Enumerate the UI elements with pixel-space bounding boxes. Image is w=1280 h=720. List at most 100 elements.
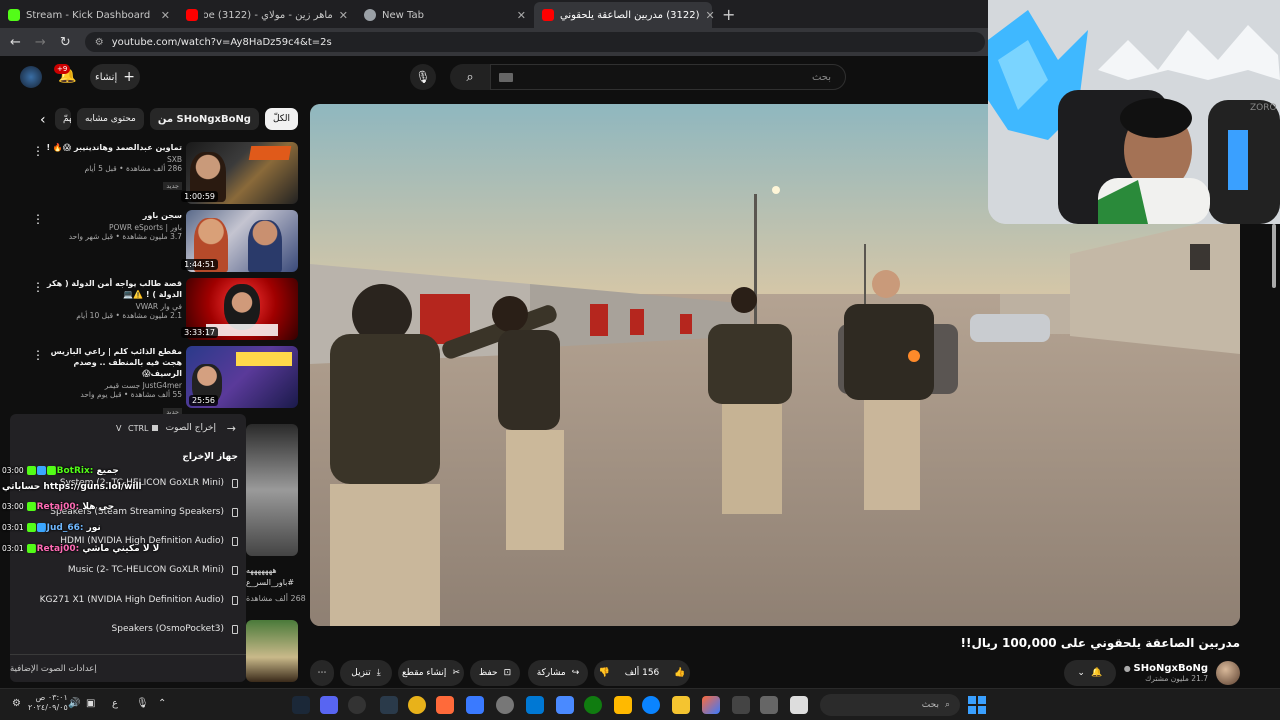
download-button[interactable]: تنزيل ⤓ xyxy=(340,660,392,686)
chip-all[interactable]: الكلّ xyxy=(264,108,298,130)
list-item[interactable]: 1:44:51 سجن باور باور | POWR eSports 3.7… xyxy=(30,210,298,274)
channel-name[interactable]: في وار VWAR xyxy=(44,302,182,311)
app-icon[interactable] xyxy=(732,696,750,714)
video-title[interactable]: تماوين عبدالصمد وهاندينيبر 😱🔥 ! xyxy=(44,142,182,153)
channel-name-main[interactable]: ● SHoNgxBoNg xyxy=(1124,663,1208,674)
video-meta: قصة طالب يواجه أمن الدولة ( هكر الدولة )… xyxy=(44,278,182,320)
close-icon[interactable]: ✕ xyxy=(705,9,714,22)
duration-badge: 1:00:59 xyxy=(181,191,218,202)
taskbar-search[interactable]: بحث ⌕ xyxy=(820,694,960,716)
video-thumbnail[interactable] xyxy=(246,620,298,682)
chrome-icon[interactable] xyxy=(408,696,426,714)
channel-avatar[interactable] xyxy=(1216,661,1240,685)
network-icon[interactable]: ▣ xyxy=(86,698,95,709)
discord-icon[interactable] xyxy=(320,696,338,714)
microphone-icon[interactable]: 🎙 xyxy=(136,698,149,709)
video-title-main: مدربين الصاعقة يلحقوني على 100,000 ريال!… xyxy=(960,636,1240,650)
like-icon[interactable]: 👍 xyxy=(674,668,685,678)
tab-youtube-1[interactable]: ماهر زين - مولاي - (3122) YouTube ✕ xyxy=(178,2,356,28)
url-field[interactable]: ⚙ youtube.com/watch?v=Ay8HaDz59c4&t=2s xyxy=(84,32,985,52)
obs-icon[interactable] xyxy=(348,696,366,714)
edge-icon[interactable] xyxy=(642,696,660,714)
video-title[interactable]: مقطع الذائب كلم | راعي البازيس هجت فيه ب… xyxy=(44,346,182,379)
account-avatar[interactable] xyxy=(20,66,42,88)
likes-count[interactable]: 156 ألف xyxy=(625,668,660,678)
channel-name[interactable]: SXB xyxy=(44,155,182,164)
share-button[interactable]: مشاركة ↪ xyxy=(528,660,588,686)
channel-name[interactable]: JustG4mer جست قيمر xyxy=(44,381,182,390)
channel-name[interactable]: باور | POWR eSports xyxy=(44,223,182,232)
outlook-icon[interactable] xyxy=(526,696,544,714)
create-label: إنشاء xyxy=(95,71,118,83)
audio-device-option[interactable]: Speakers (OsmoPocket3) xyxy=(112,624,238,634)
keyboard-icon[interactable] xyxy=(499,73,513,82)
more-actions-button[interactable]: ⋯ xyxy=(310,660,334,686)
reload-icon[interactable]: ↻ xyxy=(60,35,71,50)
more-options-icon[interactable]: ⋮ xyxy=(32,348,44,362)
video-title[interactable]: سجن باور xyxy=(44,210,182,221)
list-item[interactable]: 3:33:17 قصة طالب يواجه أمن الدولة ( هكر … xyxy=(30,278,298,342)
file-explorer-icon[interactable] xyxy=(672,696,690,714)
windows-taskbar: ٠٣:٠١ ص ٢٠٢٤/٠٩/٠٥ ⚙ 🔊 ▣ ع 🎙 ⌃ بحث ⌕ xyxy=(0,688,1280,720)
chip-related[interactable]: محتوى مشابه xyxy=(77,108,144,130)
share-icon: ↪ xyxy=(571,668,580,678)
new-badge: جديد xyxy=(163,182,182,190)
audio-menu-header: V CTRL إخراج الصوت → xyxy=(10,420,246,436)
tab-youtube-active[interactable]: (3122) مدربين الصاعقة يلحقوني ✕ xyxy=(534,2,715,28)
app-icon[interactable] xyxy=(466,696,484,714)
video-title[interactable]: قصة طالب يواجه أمن الدولة ( هكر الدولة )… xyxy=(44,278,182,300)
page-scrollbar[interactable] xyxy=(1270,224,1278,684)
back-icon[interactable]: ← xyxy=(10,35,21,50)
more-audio-settings-link[interactable]: إعدادات الصوت الإضافية xyxy=(10,654,246,682)
steam-icon[interactable] xyxy=(292,696,310,714)
back-arrow-icon[interactable]: → xyxy=(227,422,236,435)
app-icon[interactable] xyxy=(702,696,720,714)
app-icon[interactable] xyxy=(380,696,398,714)
video-thumbnail[interactable] xyxy=(246,424,298,556)
search-icon[interactable]: ⌕ xyxy=(450,64,490,90)
tab-newtab[interactable]: New Tab ✕ xyxy=(356,2,534,28)
save-button[interactable]: حفظ ⊡ xyxy=(470,660,520,686)
tab-kick[interactable]: Stream - Kick Dashboard ✕ xyxy=(0,2,178,28)
clip-button[interactable]: إنشاء مقطع ✂ xyxy=(398,660,464,686)
more-options-icon[interactable]: ⋮ xyxy=(32,212,44,226)
create-button[interactable]: إنشاء + xyxy=(90,64,140,90)
site-info-icon[interactable]: ⚙ xyxy=(95,37,104,48)
close-icon[interactable]: ✕ xyxy=(339,9,348,22)
xbox-icon[interactable] xyxy=(584,696,602,714)
volume-icon[interactable]: 🔊 xyxy=(68,698,80,709)
app-icon[interactable] xyxy=(760,696,778,714)
chevron-up-icon[interactable]: ⌃ xyxy=(158,698,166,709)
list-item[interactable]: 25:56 مقطع الذائب كلم | راعي البازيس هجت… xyxy=(30,346,298,416)
forward-icon[interactable]: → xyxy=(35,35,46,50)
app-icon[interactable] xyxy=(436,696,454,714)
close-icon[interactable]: ✕ xyxy=(161,9,170,22)
voice-search-icon[interactable]: 🎙 xyxy=(410,64,436,90)
chevron-left-icon[interactable]: ‹ xyxy=(40,112,46,128)
video-title[interactable]: هههههههه xyxy=(246,566,277,575)
subscribed-button[interactable]: ⌄ 🔔 xyxy=(1063,660,1116,686)
video-title[interactable]: #باور_السر_ع xyxy=(246,578,294,587)
new-tab-button[interactable]: + xyxy=(712,5,745,28)
app-icon[interactable] xyxy=(556,696,574,714)
settings-icon[interactable]: ⚙ xyxy=(12,698,21,709)
chip-interest[interactable]: محتوى يهمّ xyxy=(55,108,72,130)
store-icon[interactable] xyxy=(614,696,632,714)
more-options-icon[interactable]: ⋮ xyxy=(32,144,44,158)
dislike-icon[interactable]: 👎 xyxy=(598,668,609,678)
more-options-icon[interactable]: ⋮ xyxy=(32,280,44,294)
audio-device-option[interactable]: Music (2- TC-HELICON GoXLR Mini) xyxy=(68,565,238,575)
app-icon[interactable] xyxy=(496,696,514,714)
close-icon[interactable]: ✕ xyxy=(517,9,526,22)
chat-time: 03:00 xyxy=(2,466,24,475)
tab-title: Stream - Kick Dashboard xyxy=(26,9,151,21)
list-item[interactable]: 1:00:59 تماوين عبدالصمد وهاندينيبر 😱🔥 ! … xyxy=(30,142,298,206)
language-indicator[interactable]: ع xyxy=(112,698,118,709)
scrollbar-thumb[interactable] xyxy=(1272,224,1276,288)
app-icon[interactable] xyxy=(790,696,808,714)
video-stats: 268 ألف مشاهدة xyxy=(246,594,306,603)
audio-device-option[interactable]: KG271 X1 (NVIDIA High Definition Audio) xyxy=(40,595,238,605)
windows-start-icon[interactable] xyxy=(968,696,986,714)
chip-from-channel[interactable]: من SHoNgxBoNg xyxy=(149,108,259,130)
search-input[interactable]: بحث xyxy=(490,64,846,90)
